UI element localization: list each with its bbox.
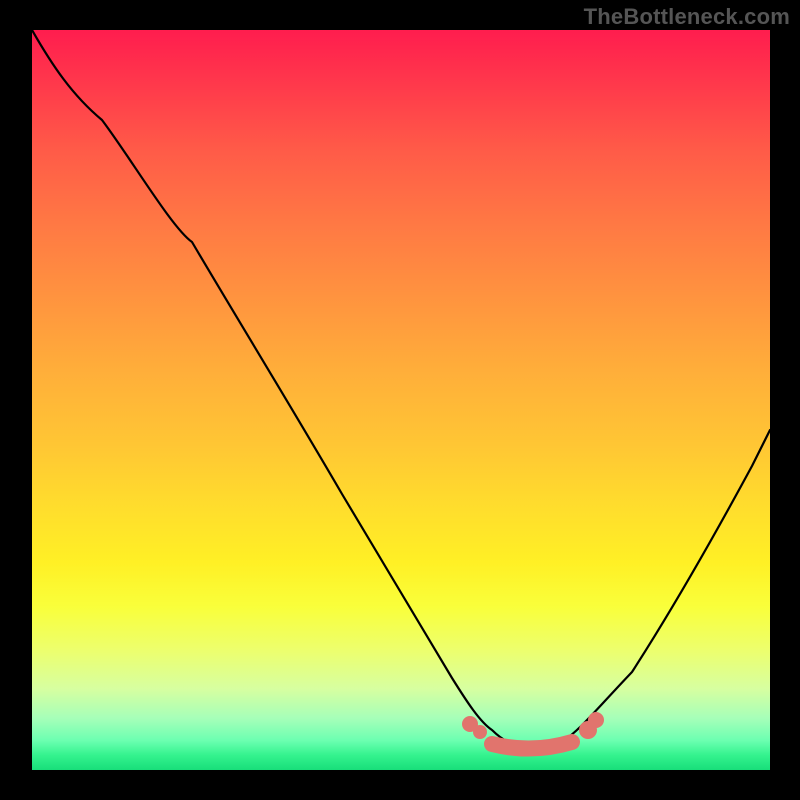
marker-dot	[473, 725, 487, 739]
watermark-text: TheBottleneck.com	[584, 4, 790, 30]
marker-dot	[588, 712, 604, 728]
bottleneck-curve-svg	[32, 30, 770, 770]
bottleneck-curve-line	[32, 30, 770, 748]
optimal-range-marker	[462, 712, 604, 749]
marker-segment	[492, 742, 572, 749]
plot-area	[32, 30, 770, 770]
chart-frame: TheBottleneck.com	[0, 0, 800, 800]
